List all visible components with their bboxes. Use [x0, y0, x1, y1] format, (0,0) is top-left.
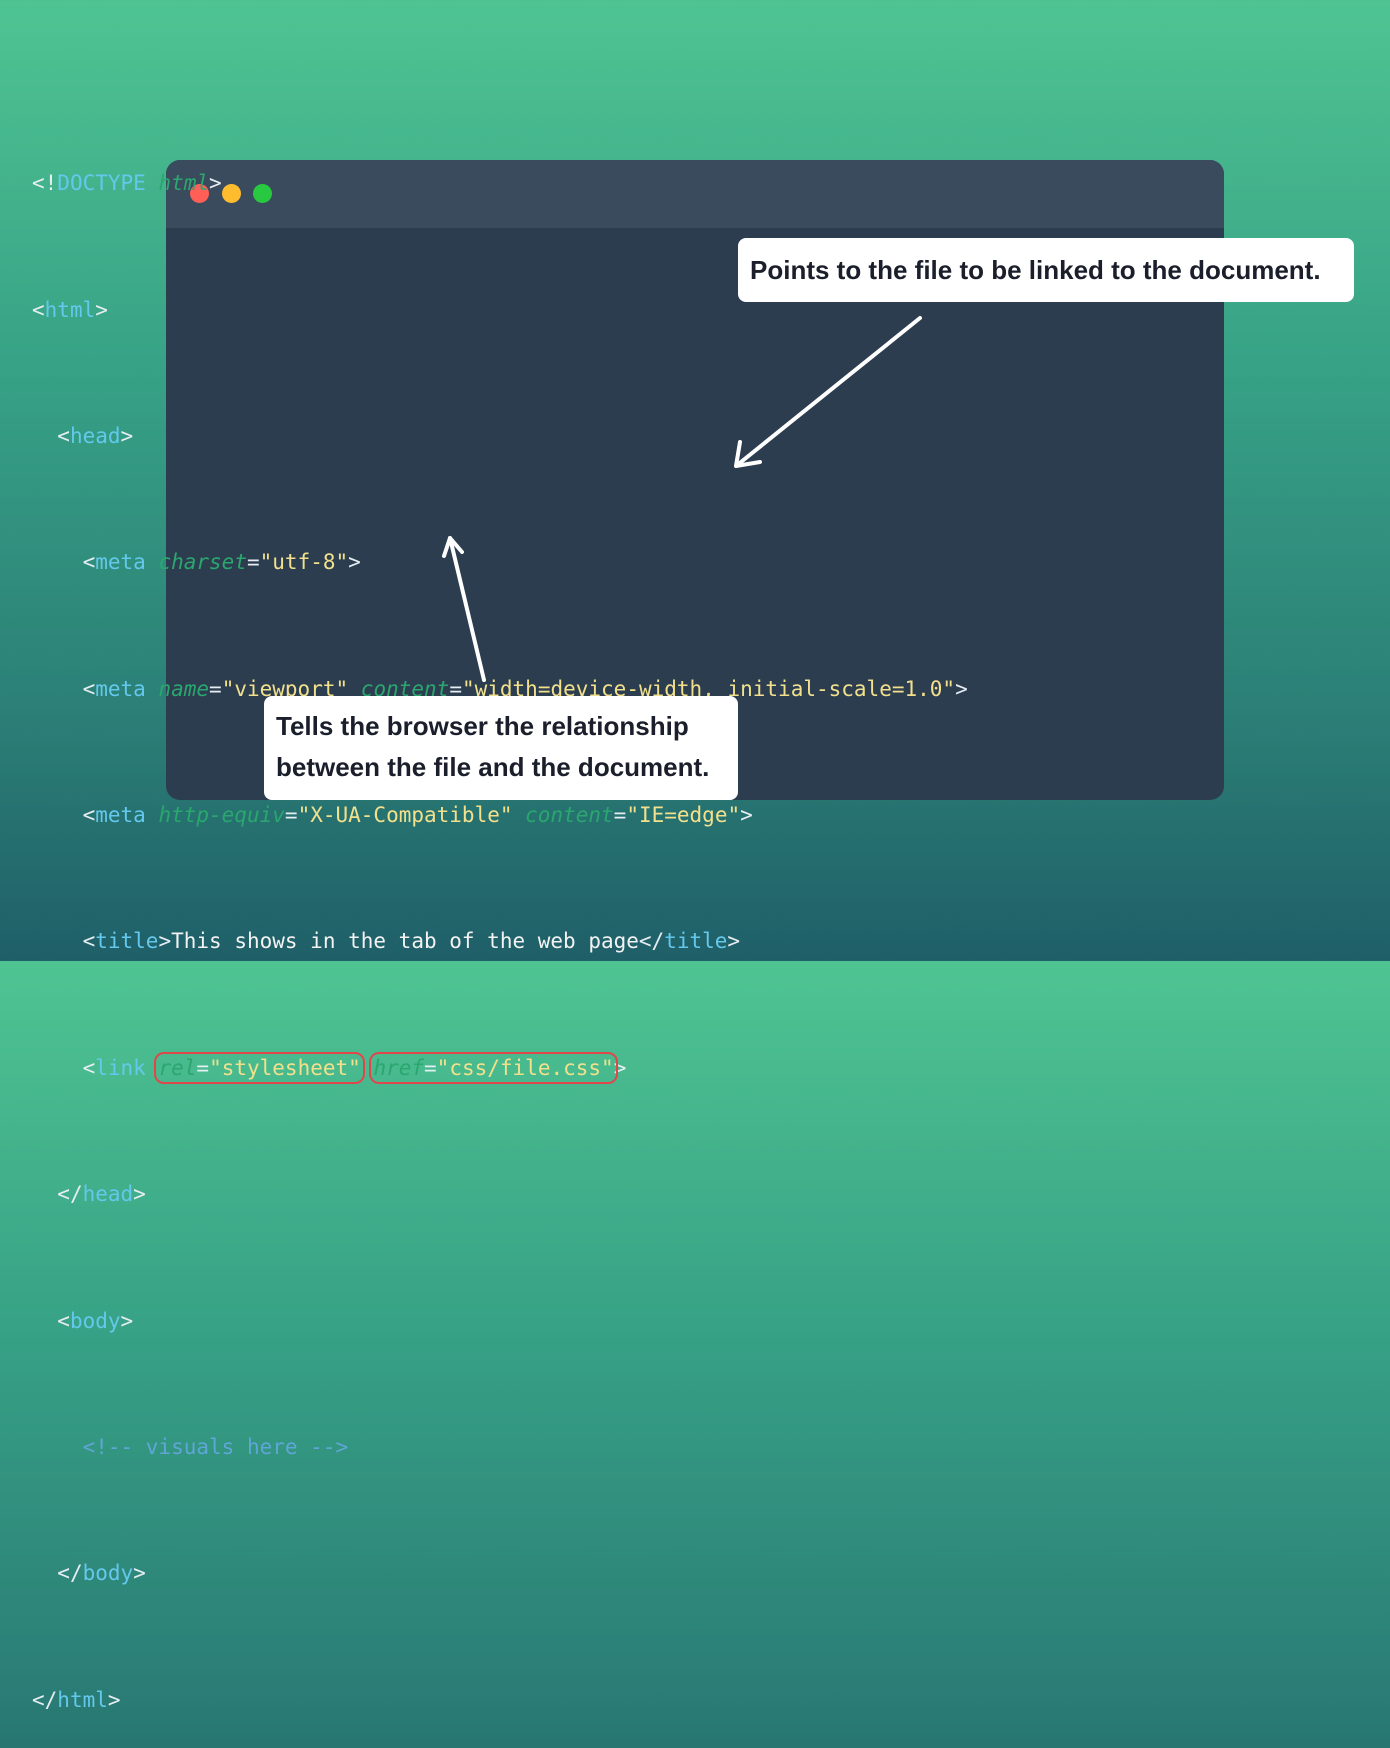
tag-name: html: [44, 297, 96, 322]
tag-name: html: [57, 1687, 108, 1712]
punct: >: [613, 1055, 627, 1080]
href-callout-text: Points to the file to be linked to the d…: [750, 255, 1321, 285]
punct: <: [82, 1055, 96, 1080]
tag-name: body: [69, 1308, 121, 1333]
attr-name: content: [525, 803, 614, 828]
attr-value: "stylesheet": [209, 1055, 361, 1080]
punct: <: [57, 423, 70, 448]
punct: <: [32, 297, 45, 322]
punct: =: [284, 803, 298, 828]
rel-callout-line-2: between the file and the document.: [276, 752, 710, 782]
punct: =: [424, 1055, 437, 1080]
punct: <: [82, 929, 96, 954]
punct: =: [209, 676, 222, 701]
code-line-doctype: <!DOCTYPE html>: [32, 168, 968, 200]
rel-callout-line-1: Tells the browser the relationship: [276, 711, 689, 741]
code-block: <!DOCTYPE html> <html> <head> <meta char…: [32, 105, 968, 1748]
doctype-keyword: DOCTYPE: [57, 171, 146, 196]
href-callout: Points to the file to be linked to the d…: [738, 238, 1354, 302]
punct: >: [740, 803, 753, 828]
tag-name: body: [82, 1561, 134, 1586]
attr-name: http-equiv: [158, 803, 285, 828]
tag-name: meta: [95, 803, 146, 828]
punct: =: [246, 550, 260, 575]
punct: >: [209, 171, 222, 196]
rel-callout: Tells the browser the relationship betwe…: [264, 696, 738, 800]
punct: >: [120, 1308, 134, 1333]
tag-name: link: [95, 1055, 146, 1080]
doctype-value: html: [158, 171, 210, 196]
punct: =: [613, 803, 627, 828]
punct: =: [196, 1055, 210, 1080]
punct: <: [57, 1308, 70, 1333]
punct: <: [82, 676, 96, 701]
punct: >: [158, 929, 172, 954]
punct: >: [133, 1561, 146, 1586]
attr-value: "utf-8": [259, 550, 349, 575]
attr-name: href: [373, 1055, 425, 1080]
tag-name: head: [82, 1182, 134, 1207]
code-line-title: <title>This shows in the tab of the web …: [32, 926, 968, 958]
punct: >: [107, 1687, 121, 1712]
punct: <!: [32, 171, 58, 196]
code-line-head-open: <head>: [32, 421, 968, 453]
punct: >: [955, 676, 968, 701]
punct: </: [57, 1182, 83, 1207]
attr-name: charset: [158, 550, 247, 575]
code-line-meta-charset: <meta charset="utf-8">: [32, 547, 968, 579]
punct: >: [95, 297, 108, 322]
html-comment: <!-- visuals here -->: [82, 1434, 349, 1459]
code-line-link: <link rel="stylesheet" href="css/file.cs…: [32, 1051, 968, 1085]
punct: >: [120, 423, 134, 448]
punct: </: [57, 1561, 83, 1586]
title-text: This shows in the tab of the web page: [171, 929, 639, 954]
punct: <: [82, 550, 96, 575]
tag-name: title: [95, 929, 159, 954]
code-line-body-open: <body>: [32, 1306, 968, 1338]
code-line-meta-compat: <meta http-equiv="X-UA-Compatible" conte…: [32, 800, 968, 832]
punct: </: [32, 1687, 58, 1712]
tag-name: meta: [95, 676, 146, 701]
attr-name: rel: [158, 1055, 197, 1080]
code-line-head-close: </head>: [32, 1179, 968, 1211]
attr-value: "css/file.css": [436, 1055, 614, 1080]
attr-value: "IE=edge": [626, 803, 741, 828]
punct: <: [82, 803, 96, 828]
code-line-comment: <!-- visuals here -->: [32, 1432, 968, 1464]
tag-name: title: [664, 929, 728, 954]
tag-name: meta: [95, 550, 146, 575]
attr-name: name: [158, 676, 210, 701]
rel-attribute-highlight: rel="stylesheet": [154, 1051, 365, 1084]
punct: >: [727, 929, 741, 954]
tag-name: head: [69, 423, 121, 448]
punct: </: [638, 929, 665, 954]
punct: >: [348, 550, 361, 575]
punct: >: [133, 1182, 146, 1207]
href-attribute-highlight: href="css/file.css": [369, 1051, 618, 1084]
attr-value: "X-UA-Compatible": [297, 803, 513, 828]
code-line-body-close: </body>: [32, 1558, 968, 1590]
code-line-html-close: </html>: [32, 1685, 968, 1717]
